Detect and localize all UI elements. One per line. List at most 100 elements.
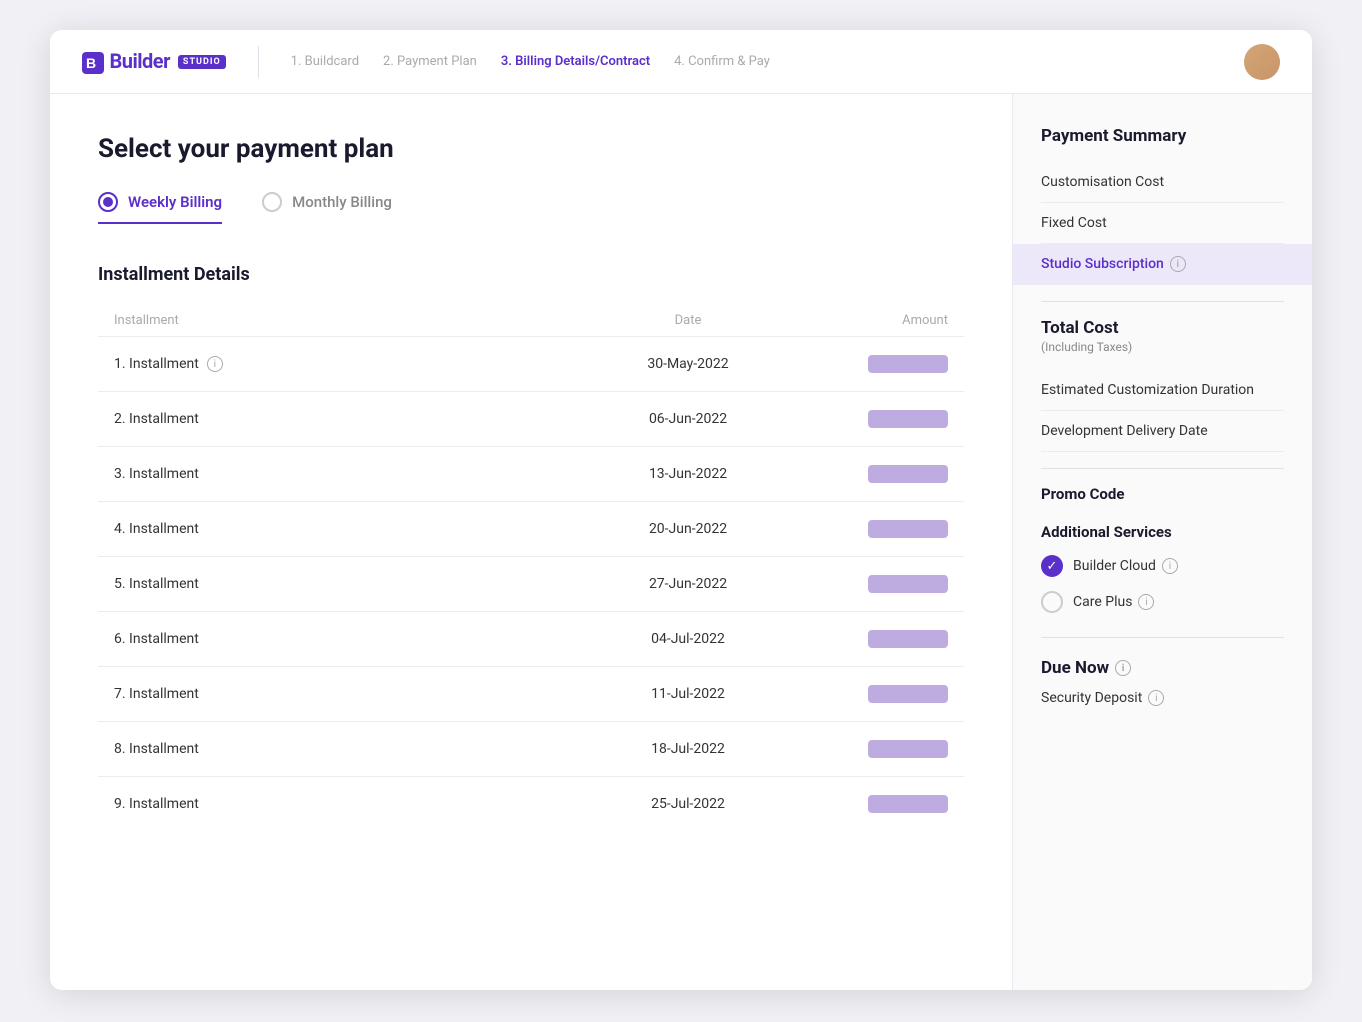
header-divider: [258, 46, 259, 78]
logo-text: B Builder: [82, 49, 170, 74]
service-builder-cloud: ✓ Builder Cloud i: [1041, 555, 1284, 577]
total-cost-block: Total Cost (Including Taxes): [1041, 318, 1284, 354]
table-row: 4. Installment 20-Jun-2022: [98, 501, 964, 556]
logo-area: B Builder STUDIO: [82, 49, 226, 74]
promo-code-title: Promo Code: [1041, 485, 1284, 503]
installment-name-1: 1. Installment i: [114, 356, 588, 372]
installment-name-7: 7. Installment: [114, 686, 588, 702]
content-area: Select your payment plan Weekly Billing …: [50, 94, 1012, 990]
tab-monthly-label: Monthly Billing: [292, 193, 392, 211]
avatar[interactable]: [1244, 44, 1280, 80]
amount-bar-2: [868, 410, 948, 428]
sidebar-divider-2: [1041, 468, 1284, 469]
header: B Builder STUDIO 1. Buildcard 2. Payment…: [50, 30, 1312, 94]
payment-summary-title: Payment Summary: [1041, 126, 1284, 146]
table-row: 1. Installment i 30-May-2022: [98, 336, 964, 391]
total-cost-sub: (Including Taxes): [1041, 340, 1284, 354]
amount-cell-5: [788, 575, 948, 593]
sidebar-fixed-cost: Fixed Cost: [1041, 203, 1284, 244]
radio-weekly-inner: [103, 197, 113, 207]
table-row: 5. Installment 27-Jun-2022: [98, 556, 964, 611]
promo-code-section: Promo Code: [1041, 485, 1284, 503]
radio-weekly: [98, 192, 118, 212]
checkmark-icon: ✓: [1047, 559, 1058, 574]
date-cell-8: 18-Jul-2022: [588, 741, 788, 757]
installment-name-4: 4. Installment: [114, 521, 588, 537]
installment-name-8: 8. Installment: [114, 741, 588, 757]
sidebar-divider-1: [1041, 301, 1284, 302]
date-cell-5: 27-Jun-2022: [588, 576, 788, 592]
date-cell-3: 13-Jun-2022: [588, 466, 788, 482]
table-row: 6. Installment 04-Jul-2022: [98, 611, 964, 666]
service-care-plus: Care Plus i: [1041, 591, 1284, 613]
security-deposit-row: Security Deposit i: [1041, 690, 1284, 706]
amount-bar-7: [868, 685, 948, 703]
svg-text:B: B: [86, 55, 96, 71]
step-confirm-pay: 4. Confirm & Pay: [674, 54, 770, 69]
page-title: Select your payment plan: [98, 134, 964, 164]
tab-weekly-billing[interactable]: Weekly Billing: [98, 192, 222, 224]
col-installment: Installment: [114, 313, 588, 328]
step-billing-details: 3. Billing Details/Contract: [501, 54, 650, 69]
service-name-care-plus: Care Plus i: [1073, 594, 1154, 610]
date-cell-7: 11-Jul-2022: [588, 686, 788, 702]
date-cell-4: 20-Jun-2022: [588, 521, 788, 537]
checkbox-care-plus[interactable]: [1041, 591, 1063, 613]
info-icon-due-now[interactable]: i: [1115, 660, 1131, 676]
amount-cell-7: [788, 685, 948, 703]
avatar-image: [1244, 44, 1280, 80]
installment-section: Installment Details Installment Date Amo…: [98, 264, 964, 831]
sidebar: Payment Summary Customisation Cost Fixed…: [1012, 94, 1312, 990]
additional-services-section: Additional Services ✓ Builder Cloud i Ca…: [1041, 523, 1284, 613]
radio-monthly: [262, 192, 282, 212]
table-header: Installment Date Amount: [98, 305, 964, 336]
installment-name-6: 6. Installment: [114, 631, 588, 647]
sidebar-estimated-customization: Estimated Customization Duration: [1041, 370, 1284, 411]
sidebar-development-delivery: Development Delivery Date: [1041, 411, 1284, 452]
amount-cell-9: [788, 795, 948, 813]
info-icon-builder-cloud[interactable]: i: [1162, 558, 1178, 574]
date-cell-1: 30-May-2022: [588, 356, 788, 372]
main-layout: Select your payment plan Weekly Billing …: [50, 94, 1312, 990]
amount-bar-5: [868, 575, 948, 593]
billing-tabs: Weekly Billing Monthly Billing: [98, 192, 964, 224]
amount-bar-8: [868, 740, 948, 758]
info-icon-1[interactable]: i: [207, 356, 223, 372]
sidebar-customisation-cost: Customisation Cost: [1041, 162, 1284, 203]
amount-bar-3: [868, 465, 948, 483]
sidebar-studio-subscription: Studio Subscription i: [1013, 244, 1312, 285]
date-cell-9: 25-Jul-2022: [588, 796, 788, 812]
step-payment-plan: 2. Payment Plan: [383, 54, 477, 69]
installment-name-3: 3. Installment: [114, 466, 588, 482]
col-date: Date: [588, 313, 788, 328]
table-row: 3. Installment 13-Jun-2022: [98, 446, 964, 501]
amount-cell-4: [788, 520, 948, 538]
checkbox-builder-cloud[interactable]: ✓: [1041, 555, 1063, 577]
service-name-builder-cloud: Builder Cloud i: [1073, 558, 1178, 574]
b-letter: B: [82, 49, 109, 73]
steps-nav: 1. Buildcard 2. Payment Plan 3. Billing …: [291, 54, 1244, 69]
info-icon-studio-subscription[interactable]: i: [1170, 256, 1186, 272]
amount-cell-8: [788, 740, 948, 758]
logo-studio-badge: STUDIO: [178, 55, 226, 69]
total-cost-label: Total Cost: [1041, 318, 1284, 338]
table-row: 7. Installment 11-Jul-2022: [98, 666, 964, 721]
additional-services-title: Additional Services: [1041, 523, 1284, 541]
amount-bar-9: [868, 795, 948, 813]
app-window: B Builder STUDIO 1. Buildcard 2. Payment…: [50, 30, 1312, 990]
amount-bar-4: [868, 520, 948, 538]
amount-bar-6: [868, 630, 948, 648]
info-icon-care-plus[interactable]: i: [1138, 594, 1154, 610]
amount-cell-3: [788, 465, 948, 483]
info-icon-security-deposit[interactable]: i: [1148, 690, 1164, 706]
tab-weekly-label: Weekly Billing: [128, 193, 222, 211]
col-amount: Amount: [788, 313, 948, 328]
installment-name-5: 5. Installment: [114, 576, 588, 592]
amount-cell-2: [788, 410, 948, 428]
tab-monthly-billing[interactable]: Monthly Billing: [262, 192, 392, 224]
table-row: 8. Installment 18-Jul-2022: [98, 721, 964, 776]
amount-cell-6: [788, 630, 948, 648]
due-now-section: Due Now i Security Deposit i: [1041, 637, 1284, 706]
installment-name-9: 9. Installment: [114, 796, 588, 812]
amount-bar-1: [868, 355, 948, 373]
